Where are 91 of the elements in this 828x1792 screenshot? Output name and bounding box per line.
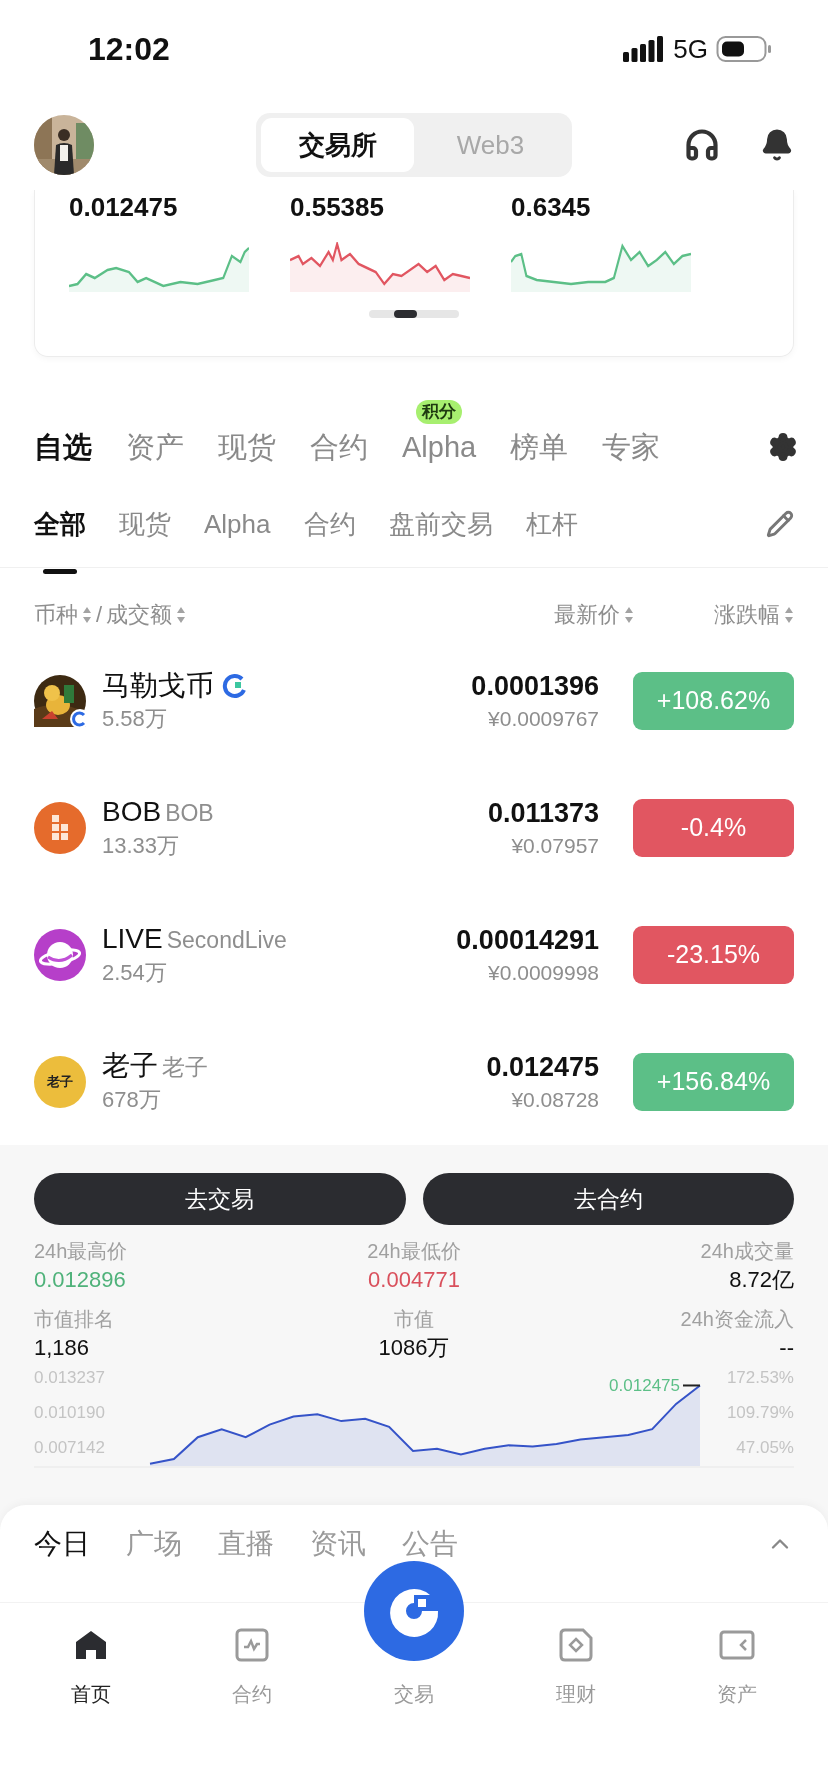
- filter-tab[interactable]: 全部: [34, 503, 86, 544]
- filter-tab[interactable]: 合约: [303, 503, 356, 544]
- signal-icon: [623, 36, 666, 62]
- action-button[interactable]: 去合约: [422, 1173, 794, 1225]
- feed-tab[interactable]: 直播: [218, 1522, 274, 1565]
- last-price-marker: [682, 1384, 701, 1387]
- coin-symbol: 老子: [102, 1049, 158, 1084]
- price-cny: ¥0.07957: [511, 832, 599, 859]
- feed-tab[interactable]: 广场: [126, 1522, 182, 1565]
- price-cny: ¥0.0009998: [488, 959, 599, 986]
- ticker-price: 0.55385: [290, 191, 385, 224]
- pulse-chart-icon: [235, 1628, 270, 1662]
- coin-symbol: BOB: [102, 795, 162, 830]
- tab-underline: [43, 568, 77, 574]
- stat-value: 0.004771: [368, 1266, 460, 1294]
- trade-volume: 678万: [102, 1085, 162, 1114]
- ticker-price: 0.012475: [69, 191, 179, 224]
- trade-volume: 5.58万: [102, 704, 168, 733]
- price-cny: ¥0.08728: [511, 1086, 599, 1113]
- stat-label: 市值排名: [34, 1307, 114, 1332]
- feed-tab[interactable]: 资讯: [310, 1522, 366, 1565]
- column-header[interactable]: 最新价: [554, 598, 620, 631]
- stat-value: 8.72亿: [729, 1266, 794, 1294]
- nav-item[interactable]: 理财: [494, 1603, 657, 1709]
- market-tab[interactable]: 资产: [126, 422, 184, 472]
- stat-label: 24h资金流入: [680, 1307, 794, 1332]
- coin-name: BOB: [165, 799, 214, 829]
- coin-name: SecondLive: [166, 926, 287, 956]
- action-button[interactable]: 去交易: [34, 1173, 406, 1225]
- trade-volume: 13.33万: [102, 831, 181, 860]
- ticker-price: 0.6345: [511, 191, 592, 224]
- change-badge[interactable]: -0.4%: [633, 798, 794, 857]
- edit-icon[interactable]: [766, 509, 794, 538]
- stat-value: 0.012896: [34, 1266, 126, 1294]
- network-label: 5G: [673, 32, 708, 66]
- nav-item[interactable]: 合约: [171, 1603, 334, 1709]
- change-badge[interactable]: +108.62%: [633, 671, 794, 730]
- column-header[interactable]: 成交额: [106, 598, 173, 631]
- nav-item[interactable]: 资产: [656, 1603, 818, 1709]
- segment-tab[interactable]: 交易所: [261, 118, 414, 172]
- feed-tab[interactable]: 公告: [402, 1522, 458, 1565]
- stat-value: --: [779, 1334, 794, 1362]
- stat-value: 1086万: [378, 1334, 450, 1362]
- nav-item[interactable]: 首页: [10, 1603, 172, 1709]
- nav-item[interactable]: 交易: [394, 1679, 434, 1709]
- column-header[interactable]: 币种: [34, 598, 78, 631]
- points-badge: 积分: [416, 400, 463, 424]
- price-cny: ¥0.0009767: [488, 705, 599, 732]
- market-tab[interactable]: 榜单: [510, 422, 569, 472]
- coin-logo: 老子: [34, 1055, 86, 1108]
- market-tab[interactable]: 现货: [218, 422, 276, 472]
- notification-icon[interactable]: [760, 128, 794, 162]
- market-tab[interactable]: 自选: [34, 422, 92, 472]
- market-tab[interactable]: 专家: [602, 422, 661, 472]
- grid-logo-icon: [34, 801, 86, 854]
- planet-logo-icon: [34, 928, 86, 981]
- market-tab[interactable]: 合约: [310, 422, 368, 472]
- coin-symbol: 马勒戈币: [102, 668, 214, 703]
- settings-icon[interactable]: [768, 432, 798, 462]
- column-header: /: [96, 601, 103, 629]
- stat-label: 24h最高价: [34, 1239, 128, 1264]
- status-time: 12:02: [88, 30, 170, 69]
- last-price: 0.0001396: [471, 669, 599, 703]
- column-header[interactable]: 涨跌幅: [714, 598, 780, 631]
- last-price: 0.012475: [486, 1050, 599, 1084]
- verified-icon: [222, 672, 248, 699]
- feed-tab[interactable]: 今日: [34, 1522, 90, 1565]
- coin-symbol: LIVE: [102, 922, 163, 957]
- home-icon: [73, 1629, 108, 1661]
- filter-tab[interactable]: Alpha: [204, 503, 271, 544]
- change-badge[interactable]: +156.84%: [633, 1052, 794, 1111]
- last-price: 0.00014291: [456, 923, 599, 957]
- wallet-icon: [719, 1630, 756, 1660]
- filter-tab[interactable]: 盘前交易: [388, 503, 493, 544]
- segment-tab[interactable]: Web3: [414, 118, 567, 172]
- change-badge[interactable]: -23.15%: [633, 925, 794, 984]
- coin-name: 老子: [162, 1053, 208, 1083]
- diamond-card-icon: [558, 1628, 593, 1662]
- last-price: 0.011373: [487, 796, 599, 830]
- stat-label: 24h最低价: [367, 1239, 461, 1264]
- last-price-label: 0.012475: [609, 1376, 680, 1396]
- trade-fab-icon[interactable]: [364, 1561, 464, 1661]
- headphones-icon[interactable]: [684, 127, 720, 163]
- battery-icon: [716, 35, 772, 63]
- stat-label: 市值: [394, 1307, 434, 1332]
- stat-label: 24h成交量: [700, 1239, 794, 1264]
- filter-tab[interactable]: 现货: [119, 503, 171, 544]
- stat-value: 1,186: [34, 1334, 90, 1362]
- filter-tab[interactable]: 杠杆: [525, 503, 578, 544]
- trade-volume: 2.54万: [102, 958, 168, 987]
- market-tab[interactable]: Alpha: [402, 422, 477, 472]
